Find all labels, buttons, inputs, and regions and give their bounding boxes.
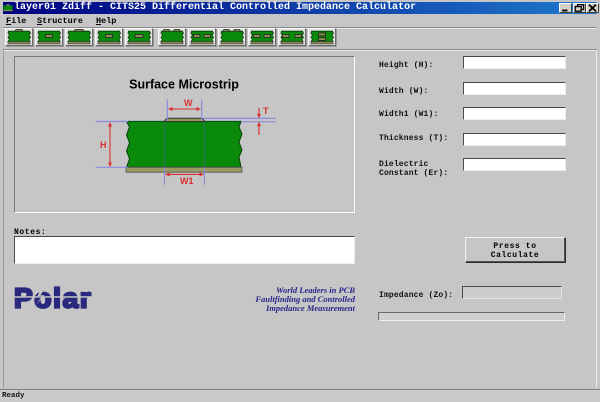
- svg-text:Surface Microstrip: Surface Microstrip: [129, 78, 239, 92]
- svg-text:W: W: [184, 98, 193, 108]
- svg-text:Polar: Polar: [14, 283, 93, 313]
- svg-text:T: T: [263, 106, 269, 116]
- svg-text:W1: W1: [180, 176, 194, 186]
- svg-text:H: H: [100, 140, 107, 150]
